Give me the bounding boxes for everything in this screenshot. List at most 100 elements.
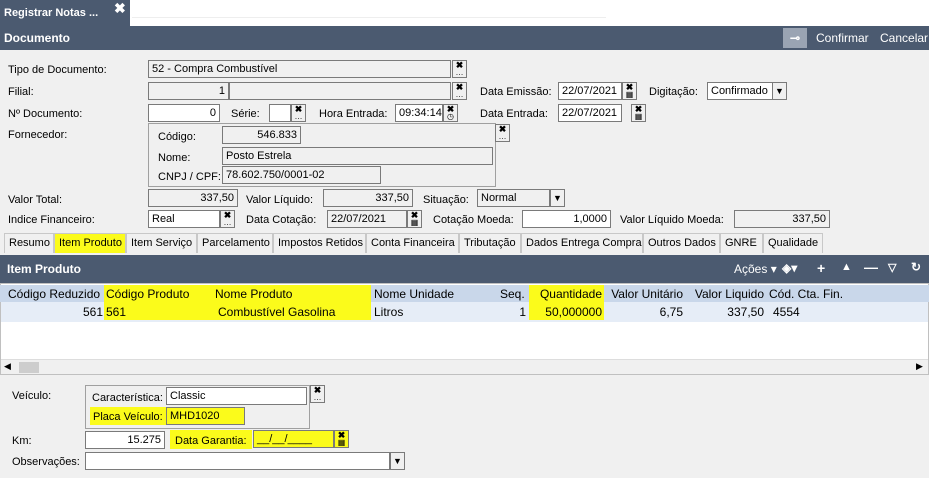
cell-nome-produto: Combustível Gasolina: [213, 302, 371, 320]
chevron-down-icon[interactable]: ▼: [772, 82, 787, 100]
cell-seq: 1: [519, 305, 526, 319]
valor-total-field: 337,50: [148, 189, 238, 207]
col-codigo-produto[interactable]: Código Produto: [104, 285, 213, 302]
pin-icon[interactable]: ⊸: [783, 28, 807, 48]
window-tab[interactable]: Registrar Notas ...: [0, 0, 130, 26]
calendar-icon[interactable]: ✖ ▦: [631, 104, 646, 122]
data-entrada-label: Data Entrada:: [480, 108, 548, 120]
calendar-icon[interactable]: ✖ ▦: [334, 430, 349, 448]
fornecedor-cnpj-field: 78.602.750/0001-02: [222, 166, 381, 184]
tab-outros-dados[interactable]: Outros Dados: [643, 233, 720, 253]
indice-lookup-button[interactable]: ✖…: [220, 210, 235, 228]
calendar-icon[interactable]: ✖ ▦: [622, 82, 637, 100]
km-label: Km:: [12, 435, 32, 447]
tab-dados-entrega-compra[interactable]: Dados Entrega Compra: [521, 233, 643, 253]
cell-cod-cta-fin: 4554: [773, 305, 800, 319]
data-cotacao-field[interactable]: 22/07/2021: [327, 210, 407, 228]
clock-icon[interactable]: ✖ ◷: [443, 104, 458, 122]
tab-tributacao[interactable]: Tributação: [459, 233, 521, 253]
num-documento-field[interactable]: 0: [148, 104, 220, 122]
observacoes-field[interactable]: [85, 452, 390, 470]
tab-qualidade[interactable]: Qualidade: [763, 233, 823, 253]
tab-conta-financeira[interactable]: Conta Financeira: [366, 233, 459, 253]
tipo-documento-lookup-button[interactable]: ✖…: [452, 60, 467, 78]
cell-codigo-reduzido: 561: [82, 305, 103, 319]
acoes-menu[interactable]: Ações ▾: [734, 262, 777, 276]
valor-total-label: Valor Total:: [8, 194, 63, 206]
close-tab-icon[interactable]: ✖: [114, 0, 130, 18]
col-seq[interactable]: Seq.: [498, 285, 528, 302]
cell-nome-unidade: Litros: [374, 305, 404, 319]
tipo-documento-field[interactable]: 52 - Compra Combustível: [148, 60, 451, 78]
cell-valor-liquido: 337,50: [727, 305, 764, 319]
tab-resumo[interactable]: Resumo: [4, 233, 54, 253]
document-tabs: Resumo Item Produto Item Serviço Parcela…: [0, 233, 929, 253]
col-nome-unidade[interactable]: Nome Unidade: [372, 285, 487, 302]
data-emissao-field[interactable]: 22/07/2021: [558, 82, 622, 100]
cancel-button[interactable]: Cancelar: [880, 31, 928, 45]
caracteristica-field[interactable]: Classic: [166, 387, 307, 405]
filter-funnel-icon[interactable]: ▽: [888, 261, 896, 274]
calendar-icon[interactable]: ✖ ▦: [407, 210, 422, 228]
caracteristica-label: Característica:: [92, 392, 163, 404]
observacoes-label: Observações:: [12, 456, 80, 468]
cell-codigo-produto: 561: [104, 302, 213, 320]
scroll-right-icon[interactable]: ▶: [916, 361, 923, 372]
tipo-documento-label: Tipo de Documento:: [8, 64, 107, 76]
tab-parcelamento[interactable]: Parcelamento: [197, 233, 273, 253]
situacao-select[interactable]: Normal: [477, 189, 550, 207]
data-cotacao-label: Data Cotação:: [246, 214, 317, 226]
tab-item-produto[interactable]: Item Produto: [54, 233, 126, 253]
cotacao-moeda-field[interactable]: 1,0000: [522, 210, 611, 228]
data-emissao-label: Data Emissão:: [480, 86, 552, 98]
tab-strip-blank: [132, 4, 606, 18]
chevron-down-icon[interactable]: ▼: [550, 189, 565, 207]
tab-gnre[interactable]: GNRE: [720, 233, 763, 253]
digitacao-select[interactable]: Confirmado: [707, 82, 773, 100]
cell-valor-unitario: 6,75: [659, 305, 683, 319]
chevron-down-icon[interactable]: ▼: [390, 452, 405, 470]
veiculo-label: Veículo:: [12, 390, 52, 402]
col-codigo-reduzido[interactable]: Código Reduzido: [6, 285, 105, 302]
col-valor-unitario[interactable]: Valor Unitário: [605, 285, 685, 302]
add-icon[interactable]: +: [817, 260, 825, 276]
filter-icon[interactable]: ◈▾: [782, 261, 797, 275]
veiculo-lookup-button[interactable]: ✖…: [310, 385, 325, 403]
move-up-icon[interactable]: ▲: [841, 261, 852, 273]
scroll-thumb[interactable]: [19, 362, 39, 373]
table-row[interactable]: 561 561 Combustível Gasolina Litros 1 50…: [1, 302, 928, 322]
indice-financeiro-label: Indice Financeiro:: [8, 214, 95, 226]
data-entrada-field[interactable]: 22/07/2021: [558, 104, 622, 122]
hora-entrada-field[interactable]: 09:34:14: [395, 104, 443, 122]
acoes-label: Ações: [734, 262, 768, 276]
valor-liquido-moeda-label: Valor Líquido Moeda:: [620, 214, 724, 226]
fornecedor-codigo-field: 546.833: [222, 126, 301, 144]
col-quantidade[interactable]: Quantidade: [529, 285, 604, 302]
data-garantia-label: Data Garantia:: [175, 435, 247, 447]
tab-impostos-retidos[interactable]: Impostos Retidos: [273, 233, 366, 253]
col-nome-produto[interactable]: Nome Produto: [213, 285, 371, 302]
situacao-label: Situação:: [423, 194, 469, 206]
col-valor-liquido[interactable]: Valor Liquido: [686, 285, 766, 302]
valor-liquido-label: Valor Líquido:: [246, 194, 314, 206]
grid-header-row: Código Reduzido Código Produto Nome Prod…: [0, 285, 929, 302]
confirm-button[interactable]: Confirmar: [816, 31, 869, 45]
filial-code-field[interactable]: 1: [148, 82, 229, 100]
cotacao-moeda-label: Cotação Moeda:: [433, 214, 514, 226]
data-garantia-field[interactable]: __/__/____: [253, 430, 334, 448]
indice-financeiro-field[interactable]: Real: [148, 210, 220, 228]
serie-lookup-button[interactable]: ✖…: [291, 104, 306, 122]
serie-field[interactable]: [269, 104, 291, 122]
col-cod-cta-fin[interactable]: Cód. Cta. Fin.: [767, 285, 857, 302]
refresh-icon[interactable]: ↻: [911, 260, 921, 274]
horizontal-scrollbar[interactable]: ◀ ▶: [1, 359, 928, 374]
hora-entrada-label: Hora Entrada:: [319, 108, 388, 120]
fornecedor-lookup-button[interactable]: ✖…: [495, 124, 510, 142]
tab-item-servico[interactable]: Item Serviço: [126, 233, 197, 253]
km-field[interactable]: 15.275: [85, 431, 165, 449]
placa-veiculo-label: Placa Veículo:: [93, 411, 163, 423]
scroll-left-icon[interactable]: ◀: [4, 361, 11, 372]
remove-icon[interactable]: —: [864, 259, 878, 275]
filial-lookup-button[interactable]: ✖…: [452, 82, 467, 100]
placa-veiculo-field[interactable]: MHD1020: [166, 407, 245, 425]
